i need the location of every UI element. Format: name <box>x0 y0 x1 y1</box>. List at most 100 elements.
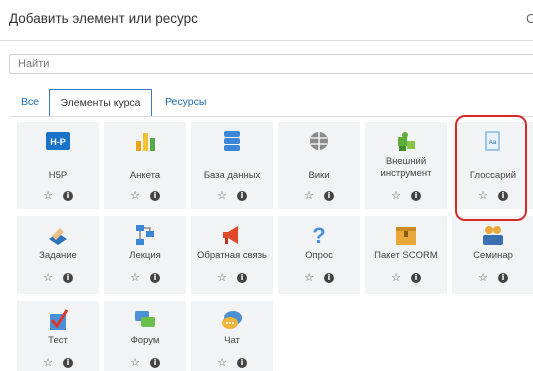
star-icon[interactable]: ☆ <box>304 189 314 202</box>
star-icon[interactable]: ☆ <box>217 356 227 369</box>
module-tile[interactable]: Aa Глоссарий ☆ i <box>452 122 533 209</box>
info-icon[interactable]: i <box>410 273 421 284</box>
search-input[interactable] <box>9 54 533 74</box>
module-label: Пакет SCORM <box>374 250 438 261</box>
module-actions: ☆ i <box>365 271 447 284</box>
svg-text:H-P: H-P <box>50 137 66 147</box>
svg-text:Aa: Aa <box>489 140 497 146</box>
star-icon[interactable]: ☆ <box>130 189 140 202</box>
module-label: Внешний инструмент <box>380 156 432 179</box>
module-tile[interactable]: Лекция ☆ i <box>104 216 186 294</box>
module-tile[interactable]: Внешний инструмент ☆ i <box>365 122 447 209</box>
module-tile[interactable]: Пакет SCORM ☆ i <box>365 216 447 294</box>
module-actions: ☆ i <box>17 356 99 369</box>
module-tile[interactable]: Тест ☆ i <box>17 301 99 371</box>
module-label: Вики <box>308 170 330 181</box>
tab-all[interactable]: Все <box>21 89 39 116</box>
info-icon[interactable]: i <box>236 273 247 284</box>
module-tile[interactable]: Обратная связь ☆ i <box>191 216 273 294</box>
tab-bar: Все Элементы курса Ресурсы <box>9 89 533 117</box>
puzzle-icon <box>394 129 418 153</box>
module-label: Тест <box>48 335 68 346</box>
info-icon[interactable]: i <box>149 358 160 369</box>
info-icon[interactable]: i <box>323 273 334 284</box>
workshop-icon <box>481 223 505 247</box>
tab-resources[interactable]: Ресурсы <box>165 89 206 116</box>
module-actions: ☆ i <box>452 189 533 202</box>
question-icon: ? <box>307 223 331 248</box>
info-icon[interactable]: i <box>149 273 160 284</box>
wiki-icon <box>307 129 331 153</box>
star-icon[interactable]: ☆ <box>130 356 140 369</box>
info-icon[interactable]: i <box>236 191 247 202</box>
info-icon[interactable]: i <box>410 191 421 202</box>
bar-chart-icon <box>133 129 157 153</box>
module-label: Семинар <box>473 250 513 261</box>
dialog-title: Добавить элемент или ресурс <box>9 11 198 26</box>
module-label: Задание <box>39 250 77 261</box>
star-icon[interactable]: ☆ <box>391 189 401 202</box>
info-icon[interactable]: i <box>62 273 73 284</box>
forum-icon <box>133 308 157 332</box>
lesson-icon <box>133 223 157 247</box>
svg-text:?: ? <box>312 223 325 247</box>
info-icon[interactable]: i <box>497 273 508 284</box>
star-icon[interactable]: ☆ <box>43 356 53 369</box>
module-tile[interactable]: H-P H5P ☆ i <box>17 122 99 209</box>
header-divider <box>0 40 533 41</box>
star-icon[interactable]: ☆ <box>304 271 314 284</box>
module-label: Анкета <box>129 170 161 181</box>
star-icon[interactable]: ☆ <box>478 189 488 202</box>
star-icon[interactable]: ☆ <box>43 189 53 202</box>
module-tile[interactable]: ? Опрос ☆ i <box>278 216 360 294</box>
info-icon[interactable]: i <box>149 191 160 202</box>
module-label: Чат <box>224 335 240 346</box>
module-label: База данных <box>203 170 261 181</box>
module-tile[interactable]: База данных ☆ i <box>191 122 273 209</box>
module-label: Обратная связь <box>197 250 267 261</box>
module-actions: ☆ i <box>17 189 99 202</box>
tab-course-elements[interactable]: Элементы курса <box>49 89 152 117</box>
megaphone-icon <box>220 223 244 247</box>
module-label: H5P <box>48 170 68 181</box>
module-actions: ☆ i <box>104 356 186 369</box>
module-actions: ☆ i <box>191 271 273 284</box>
info-icon[interactable]: i <box>236 358 247 369</box>
module-tile[interactable]: Анкета ☆ i <box>104 122 186 209</box>
tab-bar-divider <box>9 116 533 117</box>
star-icon[interactable]: ☆ <box>478 271 488 284</box>
module-tile[interactable]: Задание ☆ i <box>17 216 99 294</box>
module-actions: ☆ i <box>278 271 360 284</box>
module-actions: ☆ i <box>365 189 447 202</box>
star-icon[interactable]: ☆ <box>391 271 401 284</box>
info-icon[interactable]: i <box>62 191 73 202</box>
module-actions: ☆ i <box>104 189 186 202</box>
module-actions: ☆ i <box>452 271 533 284</box>
module-actions: ☆ i <box>17 271 99 284</box>
module-tile[interactable]: Чат ☆ i <box>191 301 273 371</box>
info-icon[interactable]: i <box>497 191 508 202</box>
star-icon[interactable]: ☆ <box>130 271 140 284</box>
module-tile[interactable]: Семинар ☆ i <box>452 216 533 294</box>
module-actions: ☆ i <box>278 189 360 202</box>
database-icon <box>220 129 244 153</box>
star-icon[interactable]: ☆ <box>217 271 227 284</box>
module-tile[interactable]: Форум ☆ i <box>104 301 186 371</box>
module-label: Глоссарий <box>469 170 517 181</box>
module-actions: ☆ i <box>191 189 273 202</box>
chat-icon <box>220 308 244 332</box>
module-label: Форум <box>130 335 160 346</box>
info-icon[interactable]: i <box>62 358 73 369</box>
module-label: Лекция <box>129 250 161 261</box>
module-tile[interactable]: Вики ☆ i <box>278 122 360 209</box>
scorm-package-icon <box>394 223 418 247</box>
h5p-icon: H-P <box>46 129 70 153</box>
assignment-icon <box>46 223 70 247</box>
module-label: Опрос <box>305 250 333 261</box>
star-icon[interactable]: ☆ <box>217 189 227 202</box>
glossary-icon: Aa <box>481 129 505 153</box>
star-icon[interactable]: ☆ <box>43 271 53 284</box>
module-actions: ☆ i <box>191 356 273 369</box>
close-icon[interactable]: С <box>526 11 533 26</box>
info-icon[interactable]: i <box>323 191 334 202</box>
